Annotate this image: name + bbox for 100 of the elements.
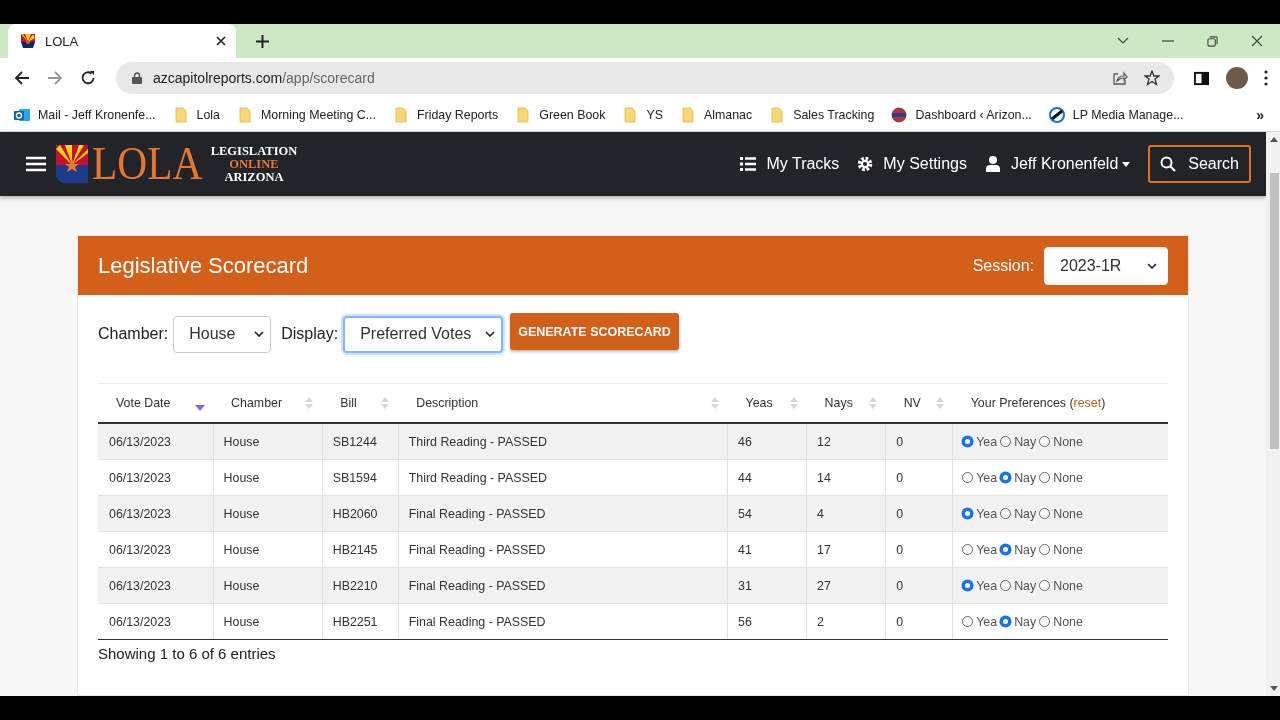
back-icon[interactable] [14,70,30,86]
radio-button[interactable] [1039,616,1051,627]
radio-label[interactable]: Yea [976,506,998,521]
session-label: Session: [972,256,1034,275]
radio-label[interactable]: Yea [976,434,998,449]
radio-label[interactable]: Nay [1014,506,1037,521]
nav-link[interactable]: My Settings [857,155,967,173]
radio-button[interactable] [1039,580,1051,591]
close-icon[interactable] [216,36,226,46]
radio-label[interactable]: None [1053,614,1083,629]
forward-icon[interactable] [47,70,63,86]
column-header[interactable]: Nays [824,396,853,410]
radio-label[interactable]: None [1053,506,1083,521]
radio-label[interactable]: Yea [976,542,998,557]
scroll-thumb[interactable] [1269,173,1279,449]
radio-label[interactable]: Yea [976,470,998,485]
table-cell: Final Reading - PASSED [398,603,728,640]
radio-button[interactable] [1039,436,1051,447]
radio-label[interactable]: Nay [1014,470,1037,485]
column-header: Your Preferences ( [970,396,1074,410]
bookmark[interactable]: Sales Tracking [769,106,875,123]
radio-label[interactable]: None [1053,434,1083,449]
scroll-up-icon[interactable] [1270,137,1278,142]
filter-dropdown[interactable]: House [173,315,272,353]
column-header[interactable]: Yeas [745,396,773,410]
radio-button[interactable] [1000,436,1012,447]
table-cell: 17 [806,531,886,568]
menu-icon[interactable] [26,156,46,172]
lock-icon [132,72,142,84]
restore-icon[interactable] [1207,35,1218,47]
chevron-down-icon[interactable] [1117,37,1129,45]
table-cell: 06/13/2023 [98,567,214,604]
browser-tab[interactable]: LOLA [8,24,236,58]
radio-button[interactable] [962,472,974,483]
radio-button[interactable] [962,436,974,447]
search-button[interactable]: Search [1148,145,1251,183]
more-bookmarks-button[interactable]: » [1256,106,1264,123]
radio-button[interactable] [1039,508,1051,519]
radio-button[interactable] [1000,472,1012,483]
column-header[interactable]: Vote Date [116,396,171,410]
radio-button[interactable] [1039,544,1051,555]
radio-label[interactable]: None [1053,578,1083,593]
radio-label[interactable]: Nay [1014,578,1037,593]
table-cell: House [213,531,323,568]
column-header[interactable]: Bill [340,396,357,410]
arizona-flag-icon [56,145,88,183]
session-dropdown[interactable]: 2023-1R [1044,246,1168,285]
column-header[interactable]: NV [903,396,921,410]
column-header[interactable]: Chamber [231,396,283,410]
filter-dropdown[interactable]: Preferred Votes [343,315,504,353]
table-cell: 0 [885,603,953,640]
bookmark[interactable]: YS [622,106,663,123]
radio-button[interactable] [962,508,974,519]
radio-button[interactable] [1039,472,1051,483]
share-icon[interactable] [1112,70,1128,86]
new-tab-icon[interactable] [256,34,269,48]
scrollbar[interactable] [1266,132,1280,696]
bookmark[interactable]: Almanac [679,106,753,123]
table-cell: Final Reading - PASSED [398,567,728,604]
star-icon[interactable] [1144,70,1160,86]
radio-button[interactable] [962,544,974,555]
table-cell: House [213,567,323,604]
bookmark[interactable]: Mail - Jeff Kronenfe... [14,106,156,123]
user-icon [984,156,1001,172]
radio-label[interactable]: Yea [976,614,998,629]
avatar[interactable] [1226,67,1248,89]
radio-label[interactable]: Yea [976,578,998,593]
more-icon[interactable] [1264,70,1268,86]
close-icon[interactable] [1251,35,1263,47]
generate-button[interactable]: GENERATE SCORECARD [510,313,679,350]
radio-label[interactable]: None [1053,470,1083,485]
scroll-down-icon[interactable] [1270,686,1278,691]
radio-button[interactable] [962,616,974,627]
reset-link[interactable]: reset [1073,396,1102,410]
radio-label[interactable]: Nay [1014,614,1037,629]
radio-button[interactable] [1000,544,1012,555]
bookmark[interactable]: Dashboard ‹ Arizon... [891,106,1032,123]
folder-icon [237,106,253,123]
bookmark[interactable]: Morning Meeting C... [237,106,376,123]
radio-button[interactable] [962,580,974,591]
side-panel-icon[interactable] [1194,70,1209,86]
bookmark[interactable]: Lola [172,106,220,123]
nav-link[interactable]: My Tracks [740,155,840,173]
radio-button[interactable] [1000,508,1012,519]
entries-info: Showing 1 to 6 of 6 entries [98,645,277,662]
radio-label[interactable]: None [1053,542,1083,557]
bookmark[interactable]: Green Book [515,106,606,123]
address-bar[interactable]: azcapitolreports.com/app/scorecard [116,62,1174,94]
folder-icon [622,106,639,123]
bookmark[interactable]: Friday Reports [393,106,499,123]
radio-button[interactable] [1000,616,1012,627]
radio-button[interactable] [1000,580,1012,591]
reload-icon[interactable] [80,70,96,86]
column-header[interactable]: Description [416,396,479,410]
radio-label[interactable]: Nay [1014,434,1037,449]
table-cell: House [213,459,323,496]
bookmark[interactable]: LP Media Manage... [1048,106,1184,123]
globe-icon [891,106,908,123]
nav-link[interactable]: Jeff Kronenfeld [984,155,1131,173]
radio-label[interactable]: Nay [1014,542,1037,557]
